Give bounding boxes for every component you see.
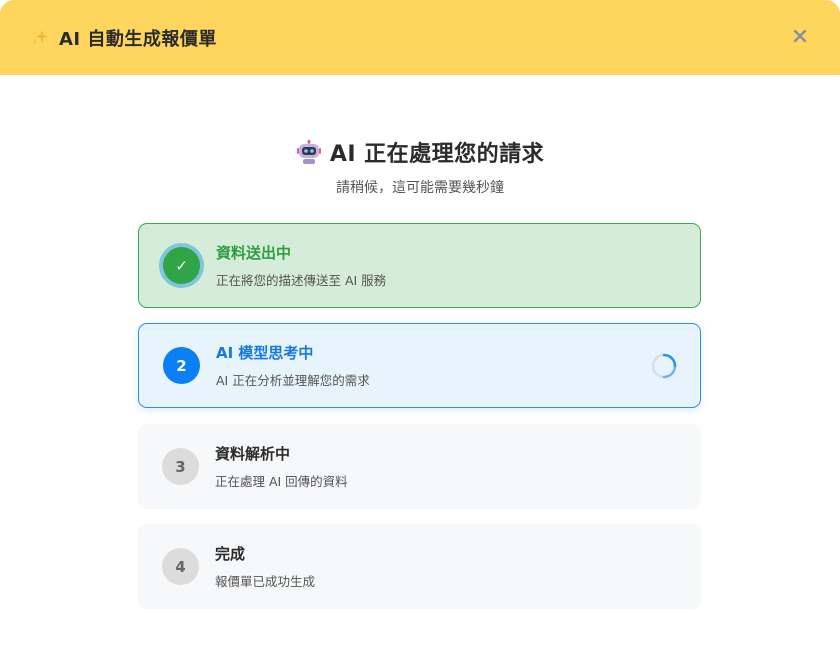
step-send-data: ✓ 資料送出中 正在將您的描述傳送至 AI 服務	[138, 223, 701, 308]
step-number-badge: 3	[162, 448, 199, 485]
status-title-row: AI 正在處理您的請求	[296, 136, 544, 168]
step-description: 正在將您的描述傳送至 AI 服務	[216, 273, 387, 288]
step-number-badge: 4	[162, 548, 199, 585]
modal-title: AI 自動生成報價單	[59, 28, 217, 50]
robot-icon	[296, 139, 322, 165]
step-title: 資料送出中	[216, 244, 292, 262]
status-block: AI 正在處理您的請求 請稍候，這可能需要幾秒鐘	[0, 136, 840, 197]
close-icon	[793, 29, 807, 43]
step-description: 正在處理 AI 回傳的資料	[215, 474, 348, 489]
step-ai-thinking: 2 AI 模型思考中 AI 正在分析並理解您的需求	[138, 323, 701, 408]
step-title: 資料解析中	[215, 445, 291, 463]
check-icon: ✓	[163, 247, 200, 284]
step-parse-data: 3 資料解析中 正在處理 AI 回傳的資料	[138, 424, 701, 509]
loading-spinner-icon	[651, 353, 677, 379]
ai-quote-modal: AI 自動生成報價單 AI 正在處理您的請求 請稍候，這可能需要幾秒鐘 ✓ 資料…	[0, 0, 840, 669]
step-title: AI 模型思考中	[216, 344, 314, 362]
step-text: 資料解析中 正在處理 AI 回傳的資料	[215, 443, 348, 490]
status-subtitle: 請稍候，這可能需要幾秒鐘	[336, 180, 504, 196]
step-description: 報價單已成功生成	[215, 574, 316, 589]
step-text: 資料送出中 正在將您的描述傳送至 AI 服務	[216, 242, 386, 289]
modal-header: AI 自動生成報價單	[0, 0, 840, 75]
step-text: 完成 報價單已成功生成	[215, 543, 315, 590]
status-title: AI 正在處理您的請求	[329, 142, 545, 167]
step-text: AI 模型思考中 AI 正在分析並理解您的需求	[216, 342, 370, 389]
step-description: AI 正在分析並理解您的需求	[216, 373, 370, 388]
step-title: 完成	[215, 545, 246, 563]
step-number-badge: 2	[163, 347, 200, 384]
step-complete: 4 完成 報價單已成功生成	[138, 524, 701, 609]
sparkles-icon	[30, 28, 50, 48]
close-button[interactable]	[788, 24, 812, 48]
